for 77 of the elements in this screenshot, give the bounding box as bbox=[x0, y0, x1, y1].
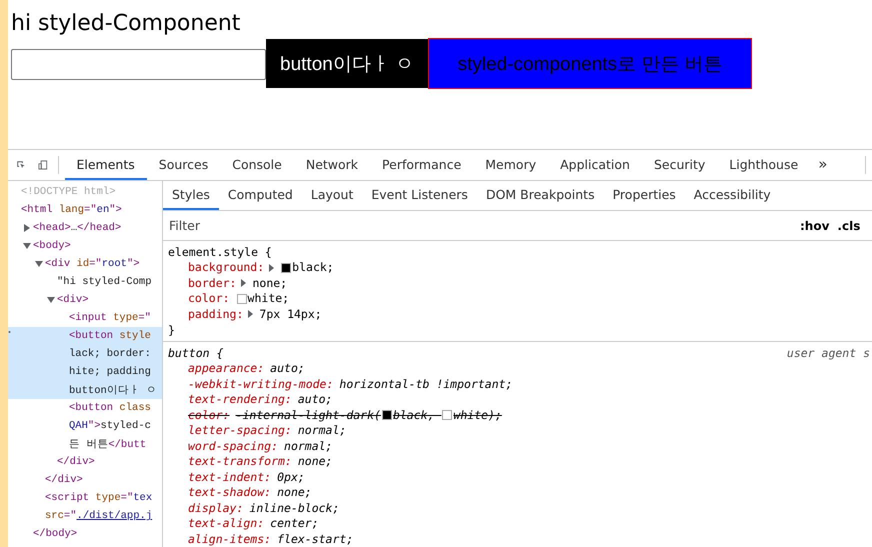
css-declaration: align-items: flex-start; bbox=[188, 532, 354, 547]
filter-toggle-button[interactable]: :hov bbox=[796, 218, 834, 232]
more-tabs-button[interactable]: » bbox=[810, 150, 836, 180]
dom-node-text: hite; padding bbox=[69, 366, 151, 378]
css-declaration: text-transform: none; bbox=[188, 454, 332, 470]
css-declaration: color: white; bbox=[188, 291, 290, 306]
dom-node-text: <body> bbox=[33, 240, 71, 252]
selected-dom-node[interactable]: hite; padding bbox=[8, 363, 162, 381]
rule-source: user agent s bbox=[786, 345, 871, 361]
color-swatch[interactable] bbox=[442, 410, 452, 420]
css-declaration: color: -internal-light-dark( black, white); bbox=[188, 408, 502, 423]
dom-node-text: <button style bbox=[69, 330, 151, 342]
css-declaration: letter-spacing: normal; bbox=[188, 423, 346, 438]
color-swatch[interactable] bbox=[236, 294, 247, 304]
dom-node-text: src="./dist/app.j bbox=[45, 510, 152, 522]
styles-pane-tab[interactable]: Accessibility bbox=[684, 181, 780, 210]
css-declaration: background: black; bbox=[188, 260, 334, 276]
css-declaration: padding: 7px 14px; bbox=[188, 306, 322, 322]
dom-node-text: <button class bbox=[69, 402, 151, 414]
collapsed-arrow-icon[interactable] bbox=[23, 224, 31, 232]
styles-pane-tab[interactable]: Computed bbox=[218, 181, 302, 210]
expanded-arrow-icon[interactable] bbox=[35, 260, 43, 268]
css-declaration: text-shadow: none; bbox=[188, 485, 312, 500]
expand-arrow-icon[interactable] bbox=[268, 264, 276, 272]
devtools-tab[interactable]: Performance bbox=[370, 150, 474, 180]
rule-close-brace: } bbox=[168, 322, 175, 338]
dom-node-text: <!DOCTYPE html> bbox=[21, 186, 116, 198]
expanded-arrow-icon[interactable] bbox=[47, 296, 55, 304]
dom-node-text: <html lang="en"> bbox=[21, 204, 122, 216]
selected-dom-node[interactable]: lack; border: bbox=[8, 345, 162, 363]
devtools-tab[interactable]: Memory bbox=[473, 150, 548, 180]
dom-node-text: </div> bbox=[57, 456, 95, 468]
dom-node-text: <div id="root"> bbox=[45, 258, 140, 270]
expand-arrow-icon[interactable] bbox=[240, 279, 248, 288]
css-declaration: appearance: auto; bbox=[188, 361, 305, 376]
devtools-tab[interactable]: Lighthouse bbox=[717, 150, 810, 180]
color-swatch[interactable] bbox=[281, 262, 292, 273]
css-declaration: display: inline-block; bbox=[188, 500, 340, 516]
dom-node-text: <script type="tex bbox=[45, 492, 152, 504]
css-declaration: text-rendering: auto; bbox=[188, 392, 332, 408]
dom-node-text: QAH">styled-c bbox=[69, 420, 151, 432]
expanded-arrow-icon[interactable] bbox=[23, 242, 31, 250]
color-swatch[interactable] bbox=[382, 410, 392, 420]
expand-arrow-icon[interactable] bbox=[247, 310, 254, 318]
dom-node-text: <div> bbox=[57, 294, 89, 306]
dom-node-text: </div> bbox=[45, 474, 83, 486]
styles-pane-tab[interactable]: Event Listeners bbox=[362, 181, 477, 210]
devtools-tab[interactable]: Security bbox=[642, 150, 718, 180]
css-declaration: border: none; bbox=[188, 276, 288, 291]
styles-pane-tab[interactable]: Layout bbox=[302, 181, 362, 210]
selected-dom-node[interactable]: <button style bbox=[8, 327, 162, 345]
css-declaration: -webkit-writing-mode: horizontal-tb !important; bbox=[188, 376, 512, 392]
dom-node-text: 든 버튼</butt bbox=[69, 438, 146, 451]
styles-pane-tab[interactable]: Properties bbox=[604, 181, 685, 210]
css-selector: button { bbox=[168, 345, 224, 361]
filter-toggle-button[interactable]: .cls bbox=[833, 218, 864, 232]
styles-pane-tab[interactable]: Styles bbox=[163, 181, 219, 210]
text-input-field[interactable] bbox=[11, 49, 266, 80]
css-declaration: text-indent: 0px; bbox=[188, 470, 305, 485]
css-declaration: word-spacing: normal; bbox=[188, 438, 332, 454]
devtools-tab[interactable]: Elements bbox=[64, 150, 147, 180]
dom-node-text: lack; border: bbox=[69, 348, 151, 360]
css-declaration: text-align: center; bbox=[188, 516, 319, 532]
dom-node-text: <input type=" bbox=[69, 312, 151, 324]
devtools-tab[interactable]: Network bbox=[294, 150, 370, 180]
dom-node-text: "hi styled-Comp bbox=[57, 276, 152, 288]
inline-style-button[interactable]: button이다ㅏ ㅇ bbox=[266, 39, 428, 88]
devtools-tab[interactable]: Console bbox=[220, 150, 294, 180]
devtools-tab[interactable]: Sources bbox=[146, 150, 220, 180]
selected-dom-node[interactable]: button이다ㅏ ㅇ bbox=[8, 381, 162, 399]
devtools-tab[interactable]: Application bbox=[548, 150, 642, 180]
dom-node-text: </body> bbox=[33, 528, 78, 540]
dom-node-text: <head>…</head> bbox=[33, 222, 122, 234]
styles-pane-tab[interactable]: DOM Breakpoints bbox=[476, 181, 604, 210]
css-selector: element.style { bbox=[168, 244, 272, 260]
dom-node-text: button이다ㅏ ㅇ bbox=[69, 384, 158, 397]
page-heading: hi styled-Component bbox=[11, 10, 242, 38]
